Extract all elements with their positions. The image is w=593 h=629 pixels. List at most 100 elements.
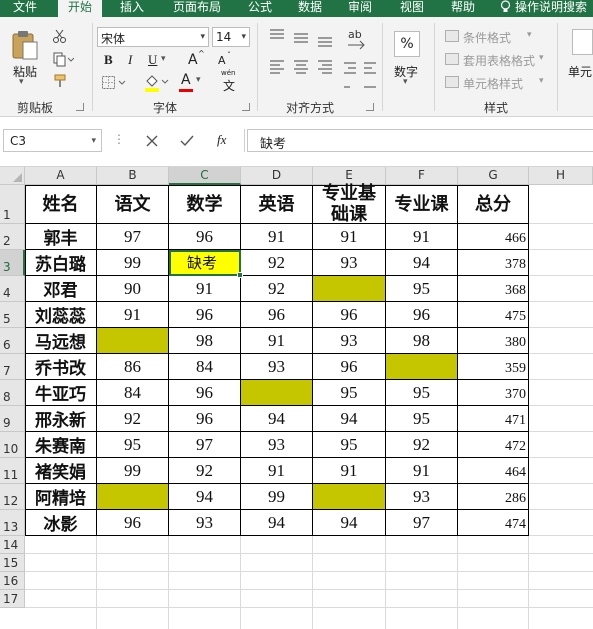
cell-score[interactable]: 96	[97, 510, 169, 536]
cell-score[interactable]: 93	[313, 250, 386, 276]
header-5[interactable]: 专业课	[386, 185, 458, 224]
cell-score[interactable]: 95	[97, 432, 169, 458]
cell-score[interactable]: 91	[313, 458, 386, 484]
cell-score[interactable]: 96	[386, 302, 458, 328]
phonetic-button[interactable]: 文	[223, 77, 235, 94]
row-header-7[interactable]: 7	[0, 354, 25, 380]
row-header-4[interactable]: 4	[0, 276, 25, 302]
cell-score[interactable]: 96	[169, 224, 241, 250]
cell-score[interactable]: 94	[313, 510, 386, 536]
italic-button[interactable]: I	[128, 52, 132, 68]
cell-score[interactable]: 99	[97, 250, 169, 276]
cell-total[interactable]: 472	[458, 432, 529, 458]
cell-score[interactable]: 96	[169, 380, 241, 406]
column-header-h[interactable]: H	[529, 167, 593, 185]
cell-score[interactable]: 94	[169, 484, 241, 510]
active-cell-c3[interactable]: 缺考	[169, 250, 241, 276]
tab-data[interactable]: 数据	[288, 0, 332, 17]
cell-score[interactable]: 92	[169, 458, 241, 484]
cell-total[interactable]: 286	[458, 484, 529, 510]
select-all-button[interactable]	[0, 167, 25, 185]
cancel-entry-icon[interactable]	[146, 135, 158, 147]
fill-color-icon[interactable]	[143, 73, 169, 93]
font-launcher-icon[interactable]	[242, 103, 250, 111]
cell-score[interactable]: 90	[97, 276, 169, 302]
underline-dropdown-arrow[interactable]: ▾	[161, 54, 166, 64]
cell-styles-arrow[interactable]: ▾	[539, 76, 544, 86]
cell-score[interactable]: 91	[386, 224, 458, 250]
cell-score[interactable]: 98	[169, 328, 241, 354]
column-header-f[interactable]: F	[386, 167, 458, 185]
column-header-a[interactable]: A	[25, 167, 97, 185]
cell-total[interactable]: 466	[458, 224, 529, 250]
font-color-dropdown-arrow[interactable]: ▾	[196, 75, 201, 85]
font-name-combo[interactable]: 宋体 ▾	[97, 27, 209, 47]
cell-score[interactable]: 94	[313, 406, 386, 432]
paste-icon[interactable]	[10, 29, 40, 61]
row-header-2[interactable]: 2	[0, 224, 25, 250]
cells-insert-icon[interactable]	[572, 29, 593, 55]
clipboard-launcher-icon[interactable]	[76, 103, 84, 111]
worksheet-grid[interactable]: A B C D E F G H 1 2 3 4 5 6 7 8 9 10 11 12 13 14 15 16 17 姓名 语文 数学英…	[0, 166, 593, 629]
column-header-c[interactable]: C	[169, 167, 241, 185]
cell-score[interactable]: 91	[386, 458, 458, 484]
tab-review[interactable]: 审阅	[338, 0, 382, 17]
cell-score[interactable]: 91	[241, 458, 313, 484]
cell-score[interactable]	[97, 484, 169, 510]
cell-score[interactable]: 98	[386, 328, 458, 354]
cell-score[interactable]: 97	[97, 224, 169, 250]
conditional-formatting-arrow[interactable]: ▾	[527, 30, 532, 40]
header-2[interactable]: 数学	[169, 185, 241, 224]
cell-total[interactable]: 475	[458, 302, 529, 328]
cell-total[interactable]: 464	[458, 458, 529, 484]
cell-total[interactable]: 368	[458, 276, 529, 302]
cell-score[interactable]	[97, 328, 169, 354]
cell-score[interactable]: 99	[241, 484, 313, 510]
cell-score[interactable]: 93	[313, 328, 386, 354]
row-header-17[interactable]: 17	[0, 590, 25, 608]
cell-score[interactable]: 91	[241, 328, 313, 354]
cell-score[interactable]: 92	[97, 406, 169, 432]
cell-score[interactable]: 92	[386, 432, 458, 458]
cell-student-name[interactable]: 刘蕊蕊	[25, 302, 97, 328]
alignment-buttons-icon[interactable]: ab	[268, 27, 378, 93]
row-header-3[interactable]: 3	[0, 250, 25, 276]
row-header-10[interactable]: 10	[0, 432, 25, 458]
tab-view[interactable]: 视图	[390, 0, 434, 17]
paste-dropdown-arrow[interactable]: ▾	[19, 77, 24, 87]
row-header-15[interactable]: 15	[0, 554, 25, 572]
cell-styles-button[interactable]: 单元格样式	[463, 75, 523, 92]
cell-score[interactable]: 97	[386, 510, 458, 536]
row-header-11[interactable]: 11	[0, 458, 25, 484]
cells-group-label[interactable]: 单元	[568, 63, 592, 80]
cell-score[interactable]: 86	[97, 354, 169, 380]
cell-total[interactable]: 370	[458, 380, 529, 406]
fill-handle[interactable]	[237, 272, 243, 278]
tab-insert[interactable]: 插入	[110, 0, 154, 17]
grow-font-button[interactable]: A	[188, 52, 198, 68]
cell-score[interactable]: 93	[241, 432, 313, 458]
cell-student-name[interactable]: 牛亚巧	[25, 380, 97, 406]
cell-score[interactable]	[313, 276, 386, 302]
cell-score[interactable]: 84	[97, 380, 169, 406]
font-color-button[interactable]: A	[181, 72, 191, 88]
row-header-6[interactable]: 6	[0, 328, 25, 354]
tell-me-search[interactable]: 操作说明搜索	[500, 0, 593, 17]
column-header-g[interactable]: G	[458, 167, 529, 185]
cell-student-name[interactable]: 乔书改	[25, 354, 97, 380]
cell-score[interactable]: 91	[241, 224, 313, 250]
cell-score[interactable]: 95	[313, 380, 386, 406]
cell-student-name[interactable]: 褚笑娟	[25, 458, 97, 484]
row-header-14[interactable]: 14	[0, 536, 25, 554]
cell-score[interactable]: 94	[241, 406, 313, 432]
cell-score[interactable]: 96	[169, 302, 241, 328]
cell-student-name[interactable]: 朱赛南	[25, 432, 97, 458]
format-as-table-arrow[interactable]: ▾	[539, 53, 544, 63]
cell-score[interactable]: 96	[313, 354, 386, 380]
header-1[interactable]: 语文	[97, 185, 169, 224]
cell-score[interactable]: 92	[241, 276, 313, 302]
cell-score[interactable]: 95	[386, 380, 458, 406]
cell-total[interactable]: 380	[458, 328, 529, 354]
confirm-entry-icon[interactable]	[180, 135, 194, 147]
cell-student-name[interactable]: 苏白璐	[25, 250, 97, 276]
